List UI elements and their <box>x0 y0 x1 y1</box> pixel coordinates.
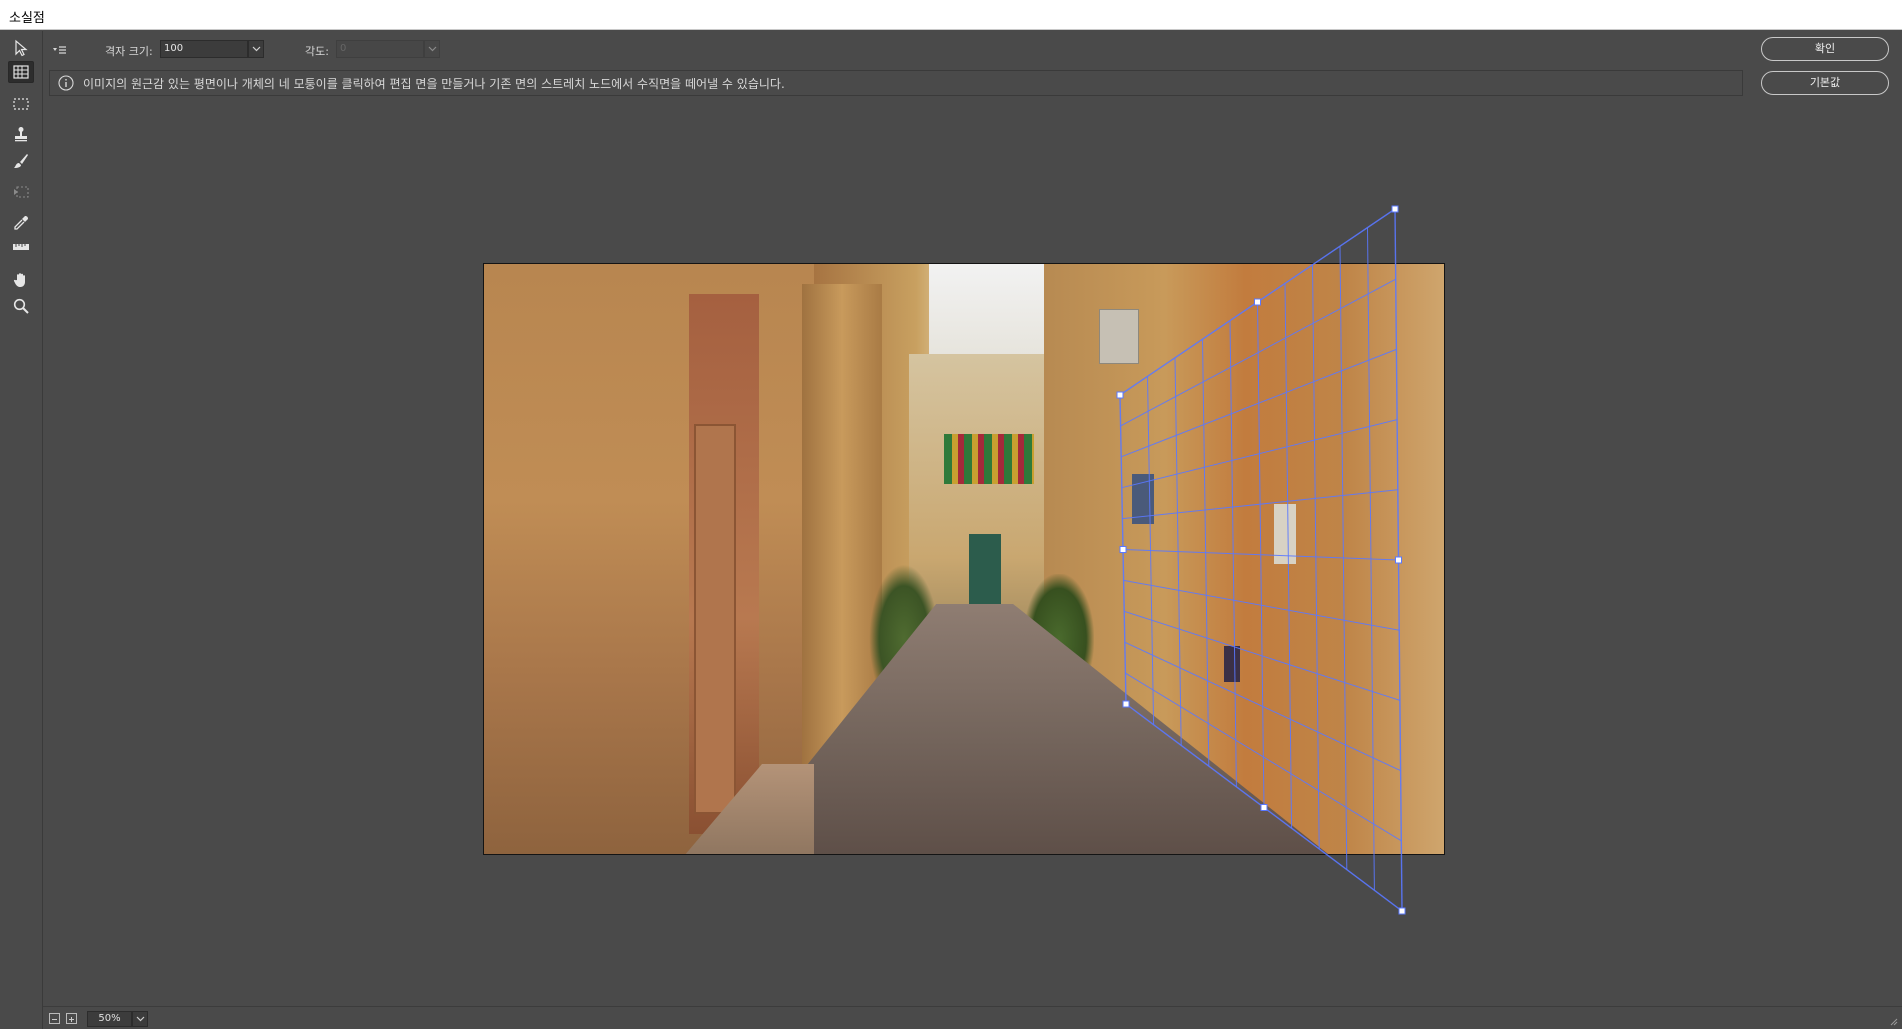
status-bar: 50% <box>43 1006 1902 1029</box>
chevron-down-icon <box>428 46 436 52</box>
eyedropper-tool-button[interactable] <box>8 212 34 234</box>
air-conditioner <box>1099 309 1139 364</box>
document-image[interactable] <box>483 263 1445 855</box>
angle-field[interactable]: 0 <box>336 40 424 58</box>
edit-plane-tool-icon <box>15 39 28 57</box>
grid-size-field[interactable]: 100 <box>160 40 248 58</box>
edit-plane-tool-button[interactable] <box>8 37 34 59</box>
create-plane-tool-button[interactable] <box>8 61 34 83</box>
zoom-level-field[interactable]: 50% <box>87 1011 132 1027</box>
angle-dropdown[interactable] <box>424 40 440 58</box>
plane-handle[interactable] <box>1391 205 1399 213</box>
stamp-tool-icon <box>15 127 27 142</box>
info-message-text: 이미지의 원근감 있는 평면이나 개체의 네 모퉁이를 클릭하여 편집 면을 만… <box>83 76 785 91</box>
marquee-tool-button[interactable] <box>8 93 34 115</box>
plus-icon <box>69 1017 74 1022</box>
hand-tool-icon <box>13 273 25 287</box>
info-message-bar: 이미지의 원근감 있는 평면이나 개체의 네 모퉁이를 클릭하여 편집 면을 만… <box>49 70 1743 96</box>
right-window <box>1132 474 1154 524</box>
transform-tool-button[interactable] <box>8 181 34 203</box>
plane-handle[interactable] <box>1398 907 1406 915</box>
wall-sign <box>1274 504 1296 564</box>
brush-tool-button[interactable] <box>8 150 34 172</box>
marquee-tool-icon <box>13 98 29 110</box>
grid-size-label: 격자 크기: <box>105 45 153 58</box>
hand-tool-button[interactable] <box>8 269 34 291</box>
zoom-tool-button[interactable] <box>8 295 34 317</box>
angle-label: 각도: <box>305 45 329 58</box>
chevron-down-icon <box>136 1016 144 1022</box>
green-door <box>969 534 1001 604</box>
create-plane-tool-icon <box>13 65 29 79</box>
festive-arch <box>944 434 1034 484</box>
zoom-out-button[interactable] <box>49 1013 60 1024</box>
zoom-tool-icon <box>13 298 29 314</box>
resize-grip-icon[interactable] <box>1888 1016 1898 1026</box>
measure-tool-icon <box>13 244 29 250</box>
chevron-down-icon <box>252 46 260 52</box>
tool-strip <box>0 31 43 1029</box>
title-bar: 소실점 <box>0 0 1902 30</box>
zoom-in-button[interactable] <box>66 1013 77 1024</box>
grid-size-dropdown[interactable] <box>248 40 264 58</box>
measure-tool-button[interactable] <box>8 236 34 258</box>
window-title: 소실점 <box>9 11 45 26</box>
zoom-level-dropdown[interactable] <box>132 1011 148 1027</box>
eyedropper-tool-icon <box>14 216 28 230</box>
ok-button[interactable]: 확인 <box>1761 37 1889 61</box>
minus-icon <box>52 1019 57 1020</box>
reset-button[interactable]: 기본값 <box>1761 71 1889 95</box>
info-icon <box>58 75 74 91</box>
panel-menu-icon[interactable] <box>52 43 72 57</box>
transform-tool-icon <box>14 186 29 198</box>
wall-vent <box>1224 646 1240 682</box>
stamp-tool-button[interactable] <box>8 123 34 145</box>
left-door <box>694 424 736 814</box>
brush-tool-icon <box>14 154 28 168</box>
